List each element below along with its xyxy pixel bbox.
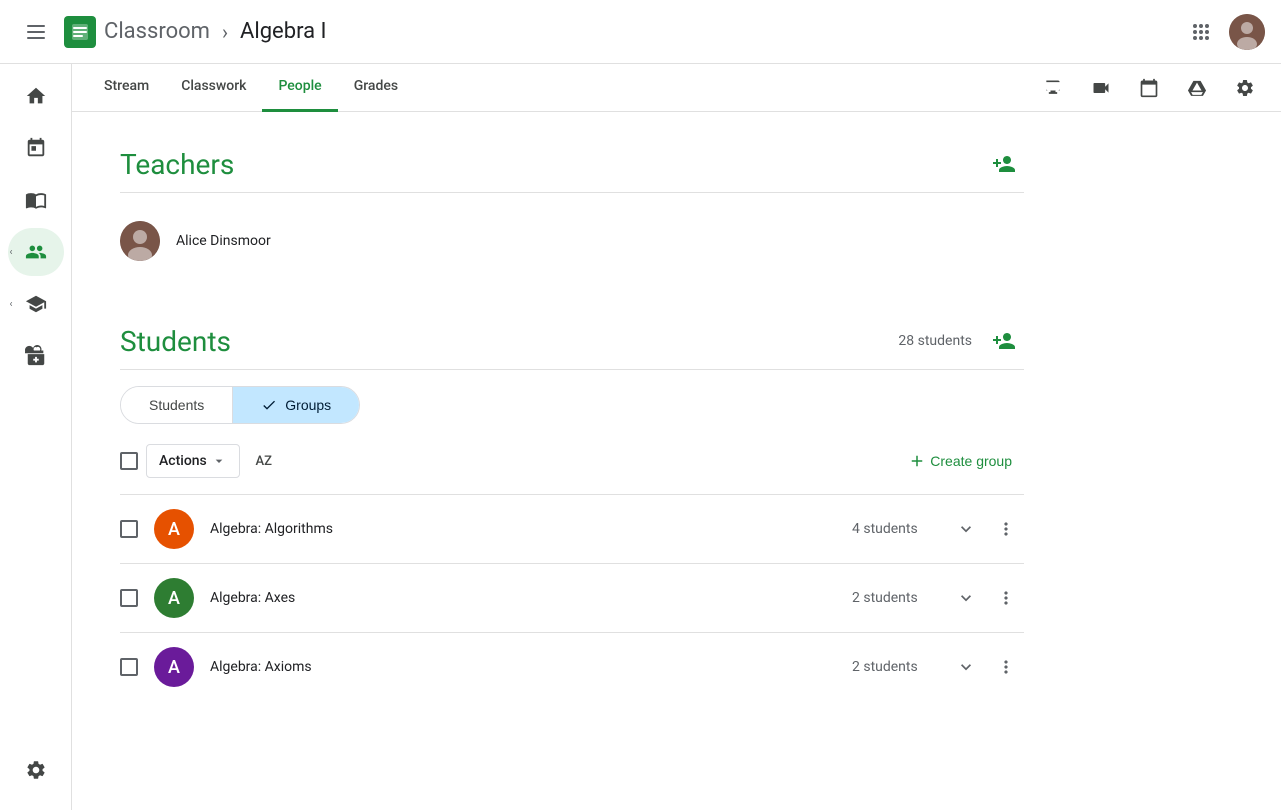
students-section: Students 28 students Students Groups [120,321,1024,701]
teachers-section-header: Teachers [120,144,1024,184]
expand-arrow-grad: ‹ [10,299,13,310]
students-title: Students [120,325,231,358]
teachers-divider [120,192,1024,193]
actions-dropdown[interactable]: Actions [146,444,240,478]
group-algorithms-actions [948,511,1024,547]
students-count: 28 students [898,333,972,349]
actions-label: Actions [159,453,207,469]
tab-classwork[interactable]: Classwork [165,64,262,112]
group-axioms-actions [948,649,1024,685]
sidebar-item-home[interactable] [8,72,64,120]
students-header-right: 28 students [898,321,1024,361]
course-name: Algebra I [240,19,327,44]
group-axioms-initial: A [168,657,180,678]
present-button[interactable] [1033,68,1073,108]
breadcrumb-separator: › [222,20,228,44]
group-algorithms-icon: A [154,509,194,549]
group-axes-name: Algebra: Axes [210,590,836,606]
topbar-right [1181,12,1265,52]
group-axes-actions [948,580,1024,616]
user-avatar[interactable] [1229,14,1265,50]
group-algorithms-initial: A [168,519,180,540]
group-axes-checkbox[interactable] [120,589,138,607]
teacher-name: Alice Dinsmoor [176,233,271,249]
sort-label: AZ [256,454,272,469]
students-toggle-button[interactable]: Students [121,387,233,423]
groups-toolbar: Actions AZ Create group [120,444,1024,478]
teachers-title: Teachers [120,148,234,181]
group-axioms-checkbox[interactable] [120,658,138,676]
group-algorithms-more-button[interactable] [988,511,1024,547]
main-content: Stream Classwork People Grades [72,64,1281,781]
topbar: Classroom › Algebra I [0,0,1281,64]
tab-stream[interactable]: Stream [88,64,165,112]
teachers-section: Teachers Alice Dinsmoor [120,144,1024,273]
students-section-header: Students 28 students [120,321,1024,361]
google-apps-button[interactable] [1181,12,1221,52]
drive-button[interactable] [1177,68,1217,108]
add-teacher-button[interactable] [984,144,1024,184]
group-axes-more-button[interactable] [988,580,1024,616]
group-axes-count: 2 students [852,590,932,606]
sidebar-item-books[interactable] [8,176,64,224]
create-group-label: Create group [930,453,1012,469]
select-all-checkbox[interactable] [120,452,138,470]
meet-button[interactable] [1081,68,1121,108]
group-axioms-count: 2 students [852,659,932,675]
tabs-bar: Stream Classwork People Grades [72,64,1281,112]
settings-button[interactable] [1225,68,1265,108]
expand-arrow: ‹ [10,247,13,258]
group-axioms-expand-button[interactable] [948,649,984,685]
sidebar-settings-wrapper [8,746,64,794]
sidebar-item-people[interactable]: ‹ [8,228,64,276]
group-algorithms-expand-button[interactable] [948,511,984,547]
students-divider [120,369,1024,370]
view-toggle: Students Groups [120,386,360,424]
group-algorithms-count: 4 students [852,521,932,537]
topbar-left: Classroom › Algebra I [16,12,1181,52]
group-row-axioms: A Algebra: Axioms 2 students [120,632,1024,701]
group-algorithms-name: Algebra: Algorithms [210,521,836,537]
sidebar-item-settings[interactable] [8,746,64,794]
page-content: Teachers Alice Dinsmoor [72,112,1072,781]
sidebar-item-calendar[interactable] [8,124,64,172]
teacher-avatar [120,221,160,261]
group-axes-initial: A [168,588,180,609]
sidebar: ‹ ‹ [0,64,72,810]
tab-people[interactable]: People [262,64,337,112]
group-algorithms-checkbox[interactable] [120,520,138,538]
group-axioms-icon: A [154,647,194,687]
group-axes-icon: A [154,578,194,618]
create-group-button[interactable]: Create group [896,444,1024,478]
app-name: Classroom [104,19,210,44]
group-row-algorithms: A Algebra: Algorithms 4 students [120,494,1024,563]
app-logo [64,16,96,48]
group-axioms-more-button[interactable] [988,649,1024,685]
group-row-axes: A Algebra: Axes 2 students [120,563,1024,632]
sidebar-item-archive[interactable] [8,332,64,380]
groups-list: A Algebra: Algorithms 4 students [120,494,1024,701]
groups-toggle-label: Groups [285,397,331,413]
tab-grades[interactable]: Grades [338,64,414,112]
groups-toggle-button[interactable]: Groups [233,387,359,423]
sidebar-item-graduation[interactable]: ‹ [8,280,64,328]
sort-az-button[interactable]: AZ [248,445,280,477]
group-axes-expand-button[interactable] [948,580,984,616]
main-layout: ‹ ‹ Stream Classwork People Grades [0,64,1281,781]
hamburger-menu-button[interactable] [16,12,56,52]
teacher-row: Alice Dinsmoor [120,209,1024,273]
avatar-image [1229,14,1265,50]
calendar-button[interactable] [1129,68,1169,108]
tabs-actions [1033,68,1265,108]
add-student-button[interactable] [984,321,1024,361]
group-axioms-name: Algebra: Axioms [210,659,836,675]
